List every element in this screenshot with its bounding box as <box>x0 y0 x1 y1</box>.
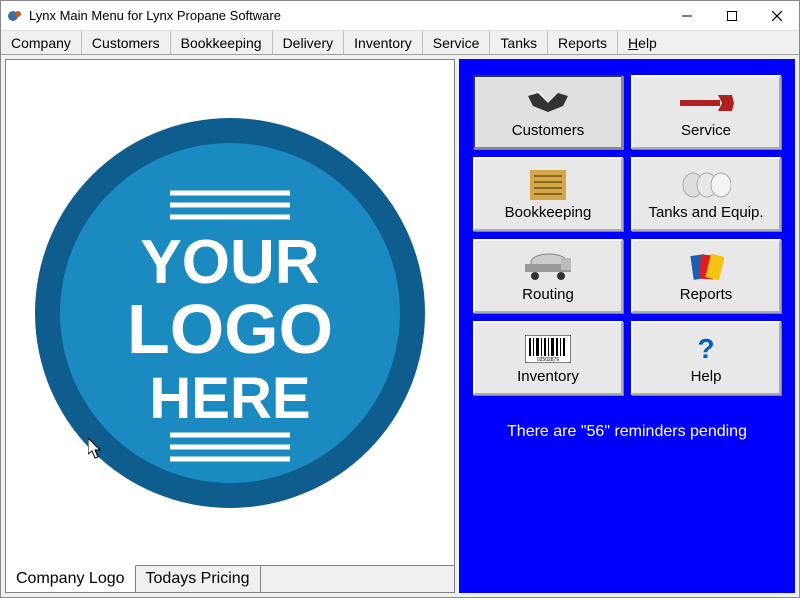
content-area: YOUR LOGO HERE Company Logo Todays Prici… <box>1 55 799 597</box>
button-label: Bookkeeping <box>505 204 592 221</box>
menu-inventory[interactable]: Inventory <box>344 31 423 54</box>
help-icon: ? <box>695 332 717 366</box>
menu-reports[interactable]: Reports <box>548 31 618 54</box>
barcode-icon: 02502876 <box>525 332 571 366</box>
button-label: Reports <box>680 286 733 303</box>
button-label: Help <box>691 368 722 385</box>
menu-delivery[interactable]: Delivery <box>273 31 345 54</box>
maximize-button[interactable] <box>709 1 754 30</box>
button-label: Customers <box>512 122 585 139</box>
app-icon <box>7 8 23 24</box>
close-button[interactable] <box>754 1 799 30</box>
svg-text:?: ? <box>697 334 714 364</box>
left-tabs: Company Logo Todays Pricing <box>6 565 454 592</box>
help-button[interactable]: ? Help <box>631 321 781 395</box>
ledger-icon <box>528 168 568 202</box>
svg-text:02502876: 02502876 <box>537 357 559 363</box>
tab-company-logo[interactable]: Company Logo <box>6 565 136 592</box>
wrench-icon <box>676 86 736 120</box>
menu-help[interactable]: Help <box>618 31 667 54</box>
right-panel: Customers Service Bookkeeping <box>459 59 795 593</box>
window-title: Lynx Main Menu for Lynx Propane Software <box>29 8 664 23</box>
menu-bookkeeping[interactable]: Bookkeeping <box>171 31 273 54</box>
menubar: Company Customers Bookkeeping Delivery I… <box>1 31 799 55</box>
button-label: Service <box>681 122 731 139</box>
titlebar: Lynx Main Menu for Lynx Propane Software <box>1 1 799 31</box>
window-controls <box>664 1 799 30</box>
button-label: Routing <box>522 286 574 303</box>
company-logo-area: YOUR LOGO HERE <box>6 60 454 565</box>
bookkeeping-button[interactable]: Bookkeeping <box>473 157 623 231</box>
main-button-grid: Customers Service Bookkeeping <box>473 75 781 395</box>
menu-company[interactable]: Company <box>1 31 82 54</box>
routing-button[interactable]: Routing <box>473 239 623 313</box>
tanks-button[interactable]: Tanks and Equip. <box>631 157 781 231</box>
company-logo-icon: YOUR LOGO HERE <box>20 103 440 523</box>
menu-customers[interactable]: Customers <box>82 31 171 54</box>
inventory-button[interactable]: 02502876 Inventory <box>473 321 623 395</box>
svg-text:YOUR: YOUR <box>140 228 319 297</box>
reports-icon <box>688 250 724 284</box>
reminders-status: There are "56" reminders pending <box>507 423 747 441</box>
service-button[interactable]: Service <box>631 75 781 149</box>
truck-icon <box>521 250 575 284</box>
button-label: Inventory <box>517 368 579 385</box>
button-label: Tanks and Equip. <box>648 204 763 221</box>
reports-button[interactable]: Reports <box>631 239 781 313</box>
svg-text:LOGO: LOGO <box>127 290 333 368</box>
left-panel: YOUR LOGO HERE Company Logo Todays Prici… <box>5 59 455 593</box>
app-window: Lynx Main Menu for Lynx Propane Software… <box>0 0 800 598</box>
menu-service[interactable]: Service <box>423 31 491 54</box>
menu-tanks[interactable]: Tanks <box>490 31 548 54</box>
tab-todays-pricing[interactable]: Todays Pricing <box>136 566 261 592</box>
svg-text:HERE: HERE <box>149 366 310 431</box>
customers-button[interactable]: Customers <box>473 75 623 149</box>
minimize-button[interactable] <box>664 1 709 30</box>
tanks-icon <box>681 168 731 202</box>
handshake-icon <box>523 86 573 120</box>
